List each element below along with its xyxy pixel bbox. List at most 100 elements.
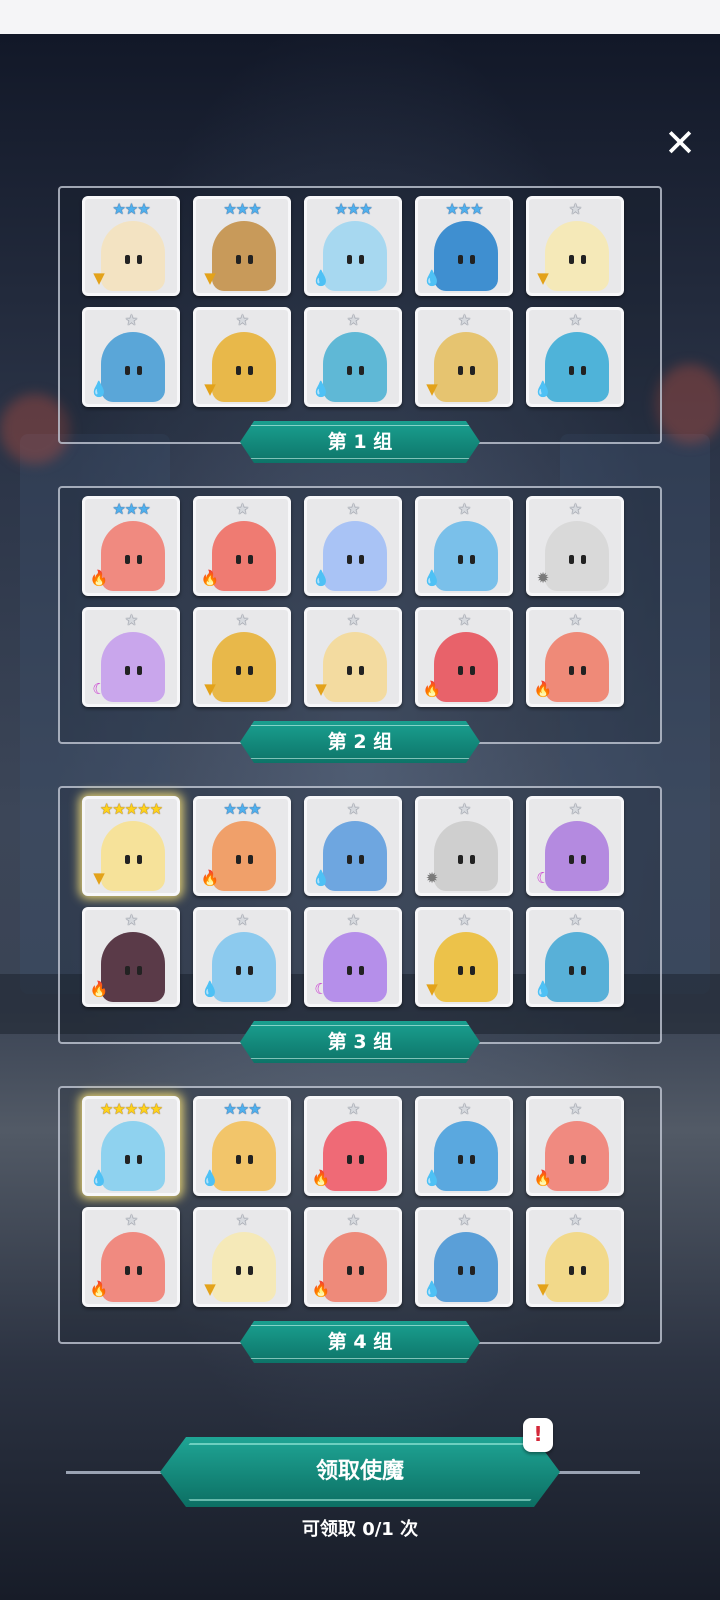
familiar-card[interactable]: ★ ☾ bbox=[82, 607, 180, 707]
familiar-portrait bbox=[323, 521, 387, 591]
familiar-portrait bbox=[212, 932, 276, 1002]
familiar-card[interactable]: ★★★ ▼ bbox=[82, 196, 180, 296]
star-rating: ★ bbox=[346, 1211, 360, 1229]
familiar-portrait bbox=[101, 1121, 165, 1191]
star-rating: ★ bbox=[457, 911, 471, 929]
claim-count-text: 可领取 0/1 次 bbox=[301, 1519, 419, 1540]
star-rating: ★★★★★ bbox=[99, 800, 163, 818]
familiar-card[interactable]: ★ ☾ bbox=[526, 796, 624, 896]
familiar-card[interactable]: ★ 💧 bbox=[82, 307, 180, 407]
familiar-card[interactable]: ★ ▼ bbox=[415, 307, 513, 407]
familiar-card[interactable]: ★ 💧 bbox=[415, 496, 513, 596]
familiar-card[interactable]: ★★★ 💧 bbox=[304, 196, 402, 296]
familiar-portrait bbox=[212, 1121, 276, 1191]
familiar-portrait bbox=[434, 332, 498, 402]
familiar-portrait bbox=[545, 1232, 609, 1302]
familiar-card[interactable]: ★ 🔥 bbox=[526, 607, 624, 707]
familiar-card[interactable]: ★ ✹ bbox=[415, 796, 513, 896]
familiar-card[interactable]: ★ 🔥 bbox=[415, 607, 513, 707]
star-rating: ★ bbox=[568, 1211, 582, 1229]
water-element-icon: 💧 bbox=[533, 380, 553, 398]
familiar-card[interactable]: ★ 🔥 bbox=[304, 1207, 402, 1307]
star-rating: ★ bbox=[457, 311, 471, 329]
familiar-card[interactable]: ★ 🔥 bbox=[193, 496, 291, 596]
familiar-card[interactable]: ★ 🔥 bbox=[82, 907, 180, 1007]
familiar-card[interactable]: ★ 🔥 bbox=[82, 1207, 180, 1307]
familiar-card[interactable]: ★ ▼ bbox=[304, 607, 402, 707]
familiar-portrait bbox=[434, 521, 498, 591]
fire-element-icon: 🔥 bbox=[533, 680, 553, 698]
familiar-card[interactable]: ★ 💧 bbox=[193, 907, 291, 1007]
familiar-card[interactable]: ★ ▼ bbox=[526, 1207, 624, 1307]
star-rating: ★ bbox=[568, 200, 582, 218]
familiar-card[interactable]: ★ 💧 bbox=[415, 1096, 513, 1196]
familiar-card[interactable]: ★★★★★ ▼ bbox=[82, 796, 180, 896]
star-rating: ★ bbox=[346, 1100, 360, 1118]
familiar-portrait bbox=[323, 221, 387, 291]
star-rating: ★ bbox=[457, 500, 471, 518]
star-rating: ★ bbox=[124, 611, 138, 629]
familiar-card[interactable]: ★ ☾ bbox=[304, 907, 402, 1007]
earth-element-icon: ▼ bbox=[537, 269, 549, 287]
familiar-card[interactable]: ★★★ 🔥 bbox=[193, 796, 291, 896]
water-element-icon: 💧 bbox=[89, 380, 109, 398]
familiar-portrait bbox=[101, 221, 165, 291]
fire-element-icon: 🔥 bbox=[311, 1169, 331, 1187]
earth-element-icon: ▼ bbox=[204, 380, 216, 398]
familiar-portrait bbox=[545, 221, 609, 291]
earth-element-icon: ▼ bbox=[204, 680, 216, 698]
familiar-card[interactable]: ★ ▼ bbox=[193, 307, 291, 407]
light-element-icon: ✹ bbox=[536, 569, 550, 587]
close-button[interactable]: ✕ bbox=[660, 123, 700, 163]
familiar-portrait bbox=[101, 1232, 165, 1302]
familiar-card[interactable]: ★★★ 💧 bbox=[193, 1096, 291, 1196]
divider-line-right bbox=[554, 1471, 640, 1474]
water-element-icon: 💧 bbox=[422, 269, 442, 287]
familiar-portrait bbox=[101, 932, 165, 1002]
familiar-card[interactable]: ★★★★★ 💧 bbox=[82, 1096, 180, 1196]
star-rating: ★★★★★ bbox=[99, 1100, 163, 1118]
familiar-portrait bbox=[434, 221, 498, 291]
familiar-card[interactable]: ★ ▼ bbox=[415, 907, 513, 1007]
group-label-3: 第 3 组 bbox=[240, 1021, 480, 1063]
familiar-card[interactable]: ★★★ 💧 bbox=[415, 196, 513, 296]
star-rating: ★ bbox=[235, 500, 249, 518]
familiar-card[interactable]: ★★★ 🔥 bbox=[82, 496, 180, 596]
familiar-portrait bbox=[545, 632, 609, 702]
familiar-portrait bbox=[323, 821, 387, 891]
familiar-card[interactable]: ★ 💧 bbox=[304, 307, 402, 407]
familiar-card[interactable]: ★ ▼ bbox=[193, 1207, 291, 1307]
star-rating: ★ bbox=[568, 311, 582, 329]
star-rating: ★ bbox=[346, 611, 360, 629]
familiar-card[interactable]: ★ 💧 bbox=[304, 496, 402, 596]
star-rating: ★ bbox=[457, 611, 471, 629]
alert-badge-icon: ! bbox=[523, 1418, 553, 1452]
star-rating: ★ bbox=[235, 1211, 249, 1229]
fire-element-icon: 🔥 bbox=[89, 569, 109, 587]
claim-familiar-button[interactable]: 领取使魔 bbox=[160, 1437, 560, 1507]
familiar-card[interactable]: ★ ▼ bbox=[526, 196, 624, 296]
earth-element-icon: ▼ bbox=[204, 269, 216, 287]
familiar-card[interactable]: ★ 💧 bbox=[526, 907, 624, 1007]
water-element-icon: 💧 bbox=[200, 1169, 220, 1187]
water-element-icon: 💧 bbox=[422, 1280, 442, 1298]
star-rating: ★ bbox=[568, 1100, 582, 1118]
familiar-card[interactable]: ★ 🔥 bbox=[526, 1096, 624, 1196]
familiar-card[interactable]: ★ 🔥 bbox=[304, 1096, 402, 1196]
star-rating: ★ bbox=[124, 1211, 138, 1229]
earth-element-icon: ▼ bbox=[93, 869, 105, 887]
dark-element-icon: ☾ bbox=[92, 680, 106, 698]
familiar-card[interactable]: ★ 💧 bbox=[526, 307, 624, 407]
familiar-portrait bbox=[101, 332, 165, 402]
familiar-card[interactable]: ★★★ ▼ bbox=[193, 196, 291, 296]
star-rating: ★★★ bbox=[334, 200, 372, 218]
familiar-card[interactable]: ★ 💧 bbox=[415, 1207, 513, 1307]
familiar-card[interactable]: ★ ✹ bbox=[526, 496, 624, 596]
familiar-portrait bbox=[434, 932, 498, 1002]
familiar-card[interactable]: ★ ▼ bbox=[193, 607, 291, 707]
water-element-icon: 💧 bbox=[311, 380, 331, 398]
status-bar bbox=[0, 0, 720, 34]
familiar-portrait bbox=[545, 521, 609, 591]
familiar-card[interactable]: ★ 💧 bbox=[304, 796, 402, 896]
star-rating: ★ bbox=[457, 1211, 471, 1229]
